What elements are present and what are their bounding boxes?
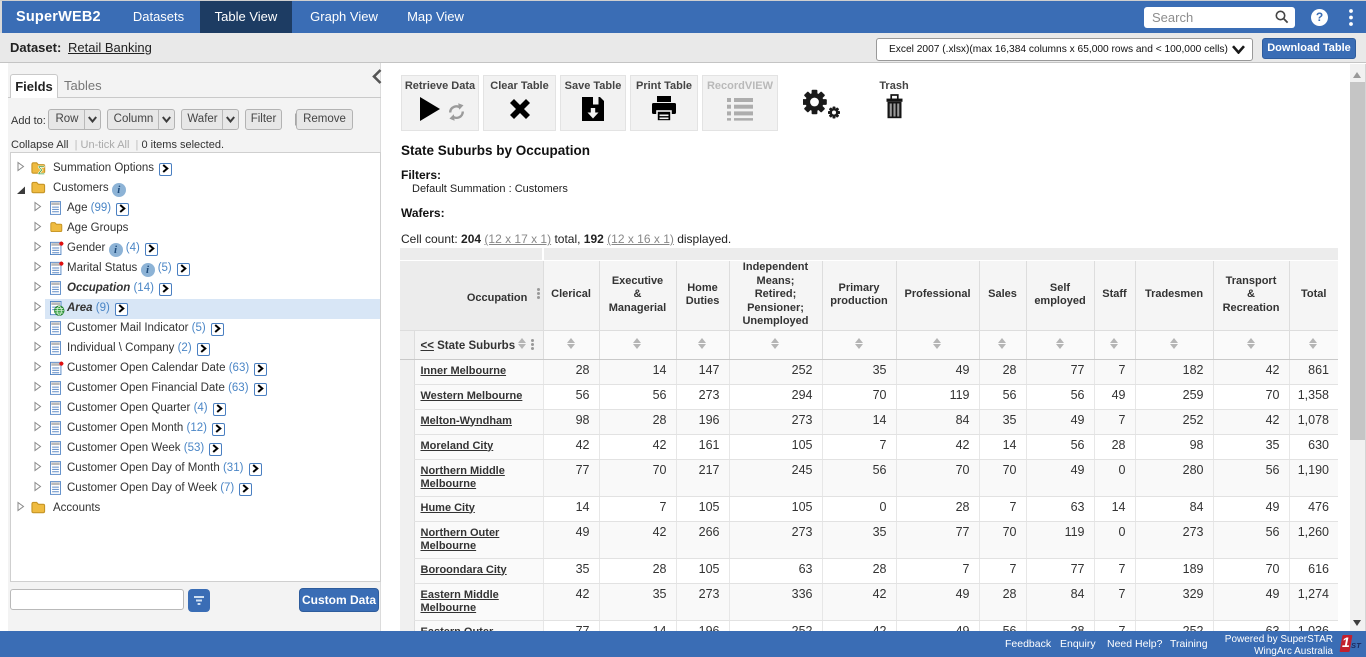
- svg-text:Σ: Σ: [38, 164, 45, 176]
